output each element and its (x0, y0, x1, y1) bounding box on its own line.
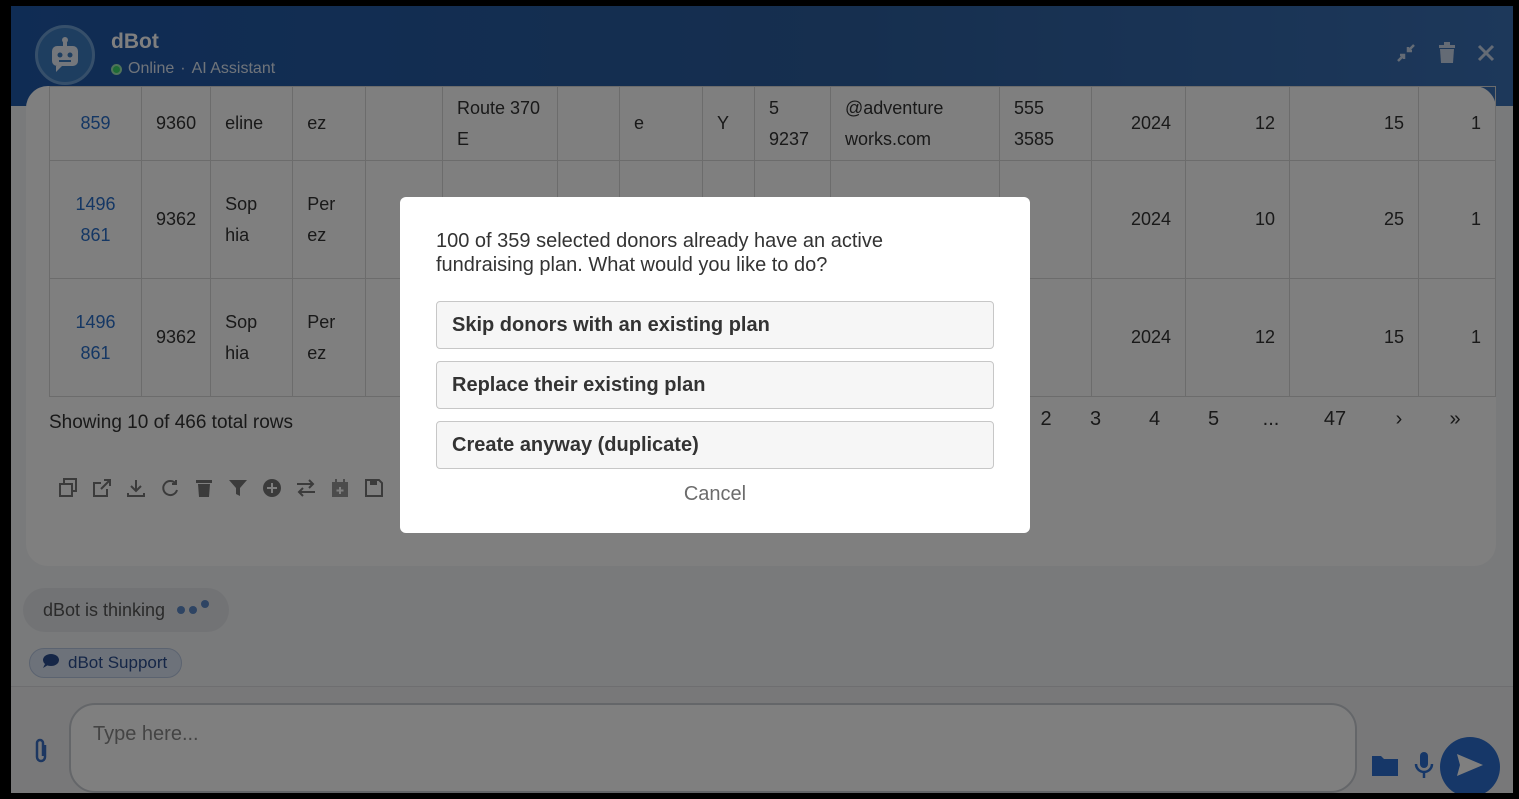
replace-existing-button[interactable]: Replace their existing plan (436, 361, 994, 409)
duplicate-plan-dialog: 100 of 359 selected donors already have … (400, 197, 1030, 533)
create-duplicate-button[interactable]: Create anyway (duplicate) (436, 421, 994, 469)
modal-overlay: 100 of 359 selected donors already have … (0, 0, 1519, 799)
cancel-button[interactable]: Cancel (436, 483, 994, 506)
dialog-message: 100 of 359 selected donors already have … (436, 230, 883, 276)
skip-existing-button[interactable]: Skip donors with an existing plan (436, 301, 994, 349)
